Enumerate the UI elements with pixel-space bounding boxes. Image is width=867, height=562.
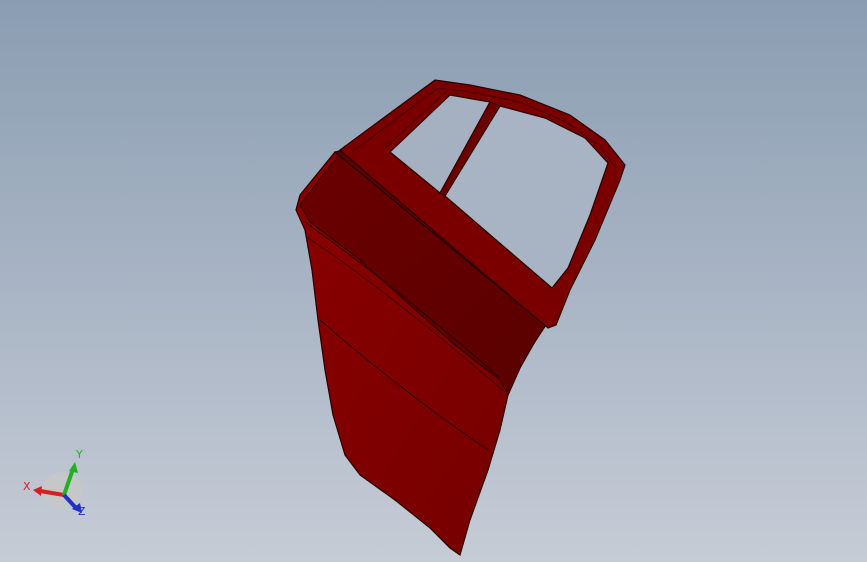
graphics-viewport[interactable]: X Y Z [0, 0, 867, 562]
x-axis-arrowhead [33, 486, 42, 496]
x-axis-label: X [23, 480, 31, 493]
triad-base-disc [42, 472, 82, 508]
door-model[interactable] [0, 0, 867, 562]
y-axis-label: Y [75, 448, 83, 461]
z-axis-label: Z [78, 505, 86, 518]
orientation-triad[interactable]: X Y Z [20, 445, 95, 520]
